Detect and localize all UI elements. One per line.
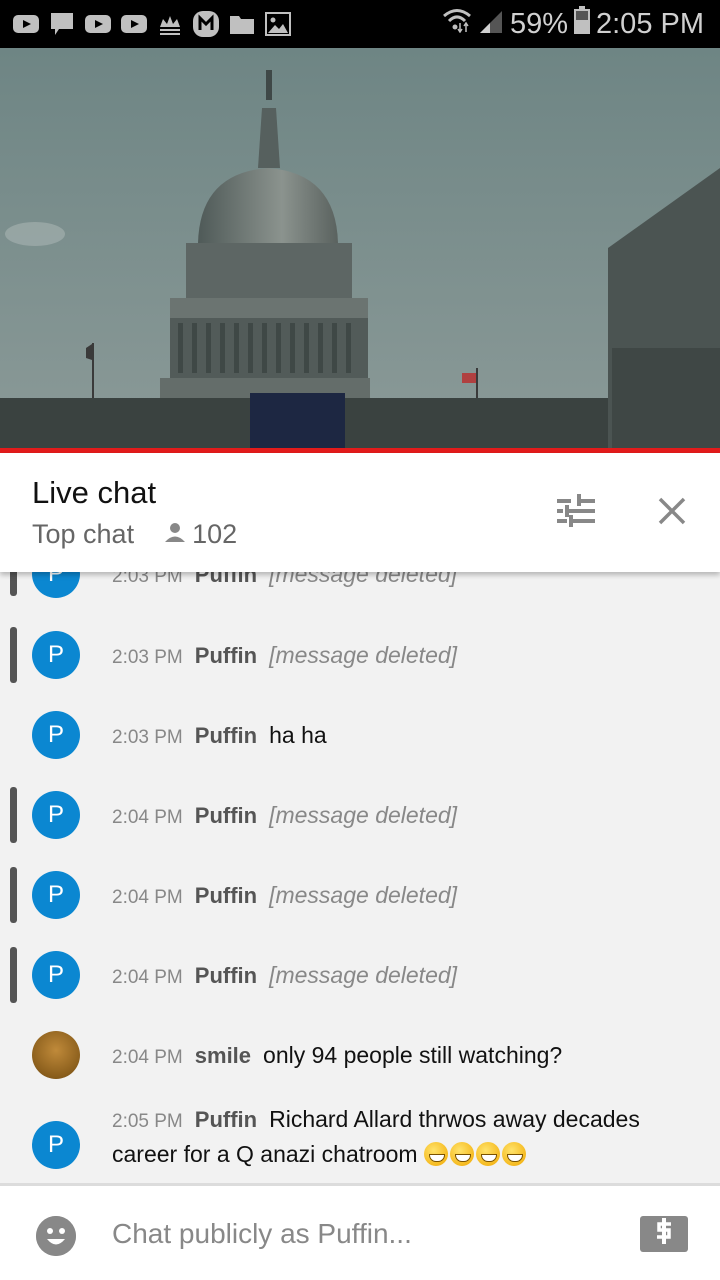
emoji-picker-button[interactable] <box>36 1216 76 1256</box>
moderation-bar <box>10 627 17 683</box>
moderation-bar <box>10 867 17 923</box>
image-icon <box>264 12 292 36</box>
message-author[interactable]: Puffin <box>195 643 257 668</box>
message-time: 2:04 PM <box>112 1047 183 1068</box>
chat-mode-label[interactable]: Top chat <box>32 519 134 550</box>
battery-icon <box>574 6 590 42</box>
tune-icon <box>557 493 595 534</box>
close-icon <box>657 496 687 531</box>
message-author[interactable]: Puffin <box>195 1107 257 1132</box>
avatar-image[interactable] <box>32 1031 80 1079</box>
message-text: [message deleted] <box>269 962 458 988</box>
avatar[interactable]: P <box>32 631 80 679</box>
avatar[interactable]: P <box>32 1121 80 1169</box>
notification-icons <box>0 11 292 37</box>
youtube-icon <box>12 12 40 36</box>
viewer-count: 102 <box>164 519 237 550</box>
avatar[interactable]: P <box>32 791 80 839</box>
viewer-count-value: 102 <box>192 519 238 549</box>
chat-mode-selector[interactable]: Top chat 102 <box>32 519 237 550</box>
message-time: 2:04 PM <box>112 887 183 908</box>
chat-filter-button[interactable] <box>552 489 600 537</box>
dollar-icon <box>653 1216 675 1253</box>
message-author[interactable]: Puffin <box>195 803 257 828</box>
message-author[interactable]: Puffin <box>195 723 257 748</box>
signal-icon <box>478 7 504 41</box>
wifi-icon <box>442 7 472 41</box>
message-time: 2:03 PM <box>112 647 183 668</box>
grinning-emoji-icon <box>449 1142 474 1166</box>
moderation-bar <box>10 787 17 843</box>
chat-message-list[interactable]: P 2:03 PM Puffin [message deleted] P 2:03 … <box>0 540 720 1183</box>
message-text: only 94 people still watching? <box>263 1042 563 1068</box>
clock: 2:05 PM <box>596 7 704 40</box>
smiley-icon <box>36 1216 76 1260</box>
message-author[interactable]: Puffin <box>195 963 257 988</box>
video-frame-capitol <box>0 48 720 448</box>
chat-message-input[interactable] <box>112 1212 592 1256</box>
message-icon <box>48 12 76 36</box>
status-bar: 59% 2:05 PM <box>0 0 720 48</box>
grinning-emoji-icon <box>475 1142 500 1166</box>
message-text: Richard Allard thrwos away decades caree… <box>112 1106 640 1167</box>
message-text: [message deleted] <box>269 882 458 908</box>
message-time: 2:04 PM <box>112 807 183 828</box>
close-chat-button[interactable] <box>648 489 696 537</box>
chat-title: Live chat <box>32 475 157 510</box>
avatar[interactable]: P <box>32 711 80 759</box>
message-text: [message deleted] <box>269 642 458 668</box>
live-chat-header: Live chat Top chat 102 <box>0 453 720 572</box>
message-time: 2:05 PM <box>112 1111 183 1132</box>
message-author[interactable]: smile <box>195 1043 251 1068</box>
grinning-emoji-icon <box>501 1142 526 1166</box>
message-time: 2:04 PM <box>112 967 183 988</box>
chat-input-bar <box>0 1183 720 1280</box>
folder-icon <box>228 12 256 36</box>
system-icons: 59% 2:05 PM <box>442 0 704 48</box>
message-time: 2:03 PM <box>112 727 183 748</box>
youtube-icon <box>120 12 148 36</box>
moderation-bar <box>10 947 17 1003</box>
message-text: ha ha <box>269 722 327 748</box>
super-chat-button[interactable] <box>640 1216 688 1252</box>
message-text: [message deleted] <box>269 802 458 828</box>
m-app-icon <box>192 11 220 37</box>
crown-icon <box>156 12 184 36</box>
grinning-emoji-icon <box>423 1142 448 1166</box>
message-author[interactable]: Puffin <box>195 883 257 908</box>
person-icon <box>164 519 186 550</box>
avatar[interactable]: P <box>32 871 80 919</box>
battery-percent: 59% <box>509 7 568 40</box>
video-player[interactable] <box>0 48 720 448</box>
avatar[interactable]: P <box>32 951 80 999</box>
youtube-icon <box>84 12 112 36</box>
